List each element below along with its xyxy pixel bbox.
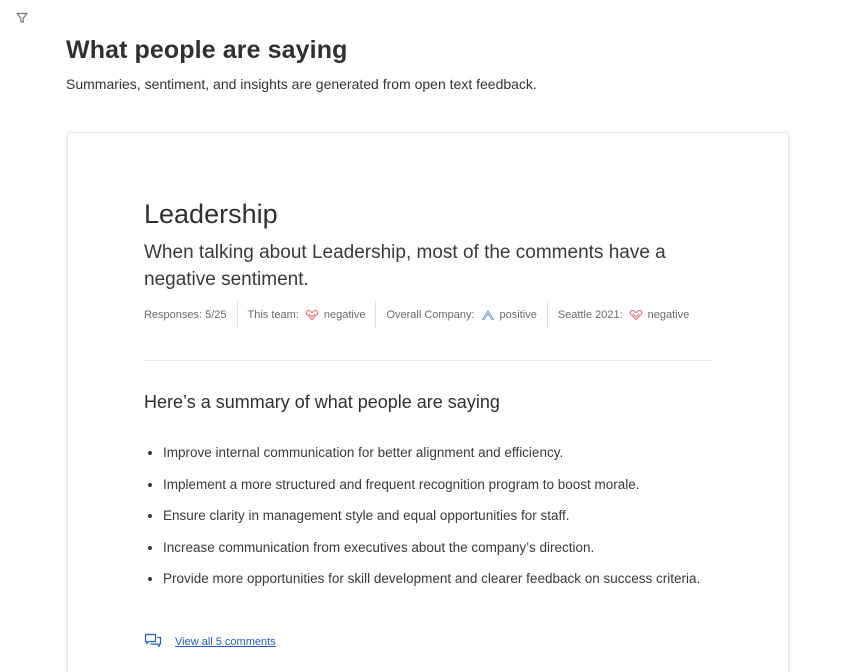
sentiment-value: positive bbox=[499, 309, 537, 321]
responses-value: 5/25 bbox=[205, 309, 227, 321]
page-subtitle: Summaries, sentiment, and insights are g… bbox=[66, 76, 537, 92]
list-item: Increase communication from executives a… bbox=[163, 538, 703, 558]
view-all-comments[interactable]: View all 5 comments bbox=[144, 633, 276, 650]
summary-list: Improve internal communication for bette… bbox=[144, 443, 703, 601]
comments-icon bbox=[144, 633, 162, 650]
sentiment-label: Seattle 2021: bbox=[557, 309, 623, 321]
list-item: Implement a more structured and frequent… bbox=[163, 475, 703, 495]
view-all-comments-link[interactable]: View all 5 comments bbox=[175, 636, 276, 648]
list-item: Provide more opportunities for skill dev… bbox=[163, 569, 703, 589]
heart-negative-icon bbox=[629, 309, 643, 321]
summary-heading: Here’s a summary of what people are sayi… bbox=[144, 392, 500, 412]
list-item: Ensure clarity in management style and e… bbox=[163, 506, 703, 526]
list-item: Improve internal communication for bette… bbox=[163, 443, 703, 463]
page-title: What people are saying bbox=[66, 36, 348, 64]
sentiment-value: negative bbox=[323, 309, 366, 321]
topic-description: When talking about Leadership, most of t… bbox=[144, 242, 666, 290]
responses-label: Responses: bbox=[144, 309, 203, 321]
divider bbox=[144, 360, 712, 361]
filter-icon[interactable] bbox=[14, 10, 30, 26]
sentiment-label: This team: bbox=[247, 309, 299, 321]
responses-count: Responses: 5/25 bbox=[144, 301, 237, 329]
sentiment-meta-row: Responses: 5/25 This team: negative Over… bbox=[144, 301, 699, 329]
chevron-positive-icon bbox=[481, 309, 495, 321]
topic-title: Leadership bbox=[144, 199, 278, 229]
page: What people are saying Summaries, sentim… bbox=[0, 0, 850, 672]
heart-negative-icon bbox=[305, 309, 319, 321]
sentiment-label: Overall Company: bbox=[386, 309, 475, 321]
sentiment-value: negative bbox=[647, 309, 690, 321]
sentiment-this-team: This team: negative bbox=[236, 301, 376, 329]
sentiment-seattle-2021: Seattle 2021: negative bbox=[546, 301, 699, 329]
topic-card: Leadership When talking about Leadership… bbox=[67, 132, 789, 672]
sentiment-overall-company: Overall Company: positive bbox=[375, 301, 546, 329]
